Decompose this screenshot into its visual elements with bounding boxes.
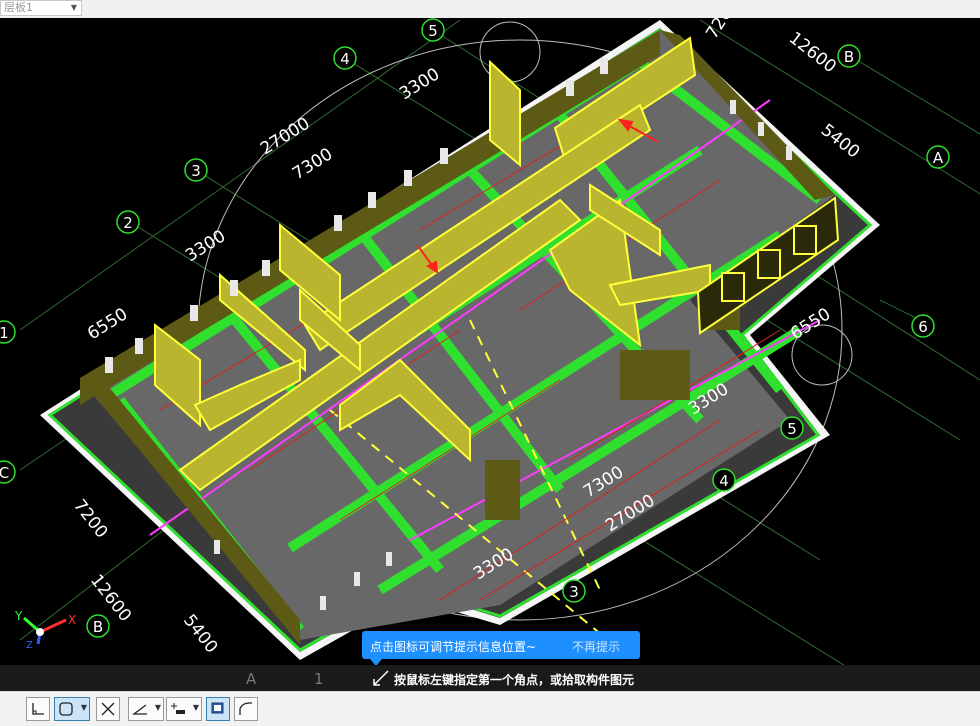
building-3d-view: 27000 7300 3300 3300 6550 7200 12600 540…: [0, 18, 980, 665]
dim-3300-top: 3300: [396, 64, 443, 104]
model-viewport[interactable]: 27000 7300 3300 3300 6550 7200 12600 540…: [0, 18, 980, 665]
angle-button[interactable]: ▼: [128, 697, 164, 721]
axis-a-label-bottom: A: [246, 670, 257, 688]
status-bar: 按鼠标左键指定第一个角点，或拾取构件图元: [0, 665, 980, 691]
chevron-down-icon: ▼: [154, 703, 161, 712]
dim-7200-top: 7200: [702, 18, 742, 43]
status-text: 按鼠标左键指定第一个角点，或拾取构件图元: [394, 673, 635, 687]
triad-y-label: Y: [14, 609, 23, 623]
dim-6550-right: 6550: [787, 304, 834, 344]
chevron-down-icon: ▼: [192, 703, 199, 712]
hint-tooltip-text: 点击图标可调节提示信息位置~: [370, 640, 537, 654]
chevron-down-icon: ▼: [70, 3, 77, 12]
axis-1: 1: [0, 324, 9, 342]
axis-4-bottom: 4: [719, 472, 729, 490]
axis-3-bottom: 3: [569, 583, 579, 601]
axis-1-label-bottom: 1: [314, 670, 324, 688]
axis-a: A: [933, 149, 944, 167]
triad-z-label: Z: [26, 640, 33, 650]
offset-icon: [171, 703, 185, 714]
top-bar: 层板1 ▼: [0, 0, 980, 18]
dismiss-hint-link[interactable]: 不再提示: [572, 638, 620, 655]
bottom-toolbar: ▼ ▼ ▼: [0, 691, 980, 726]
intersection-button[interactable]: [96, 697, 120, 721]
floor-selector[interactable]: 层板1 ▼: [0, 0, 82, 16]
display-toggle-button[interactable]: [206, 697, 230, 721]
monitor-icon: [211, 702, 224, 714]
dim-7200-bottom: 7200: [69, 496, 111, 542]
axis-triad-icon: X Y Z: [14, 609, 76, 650]
angle-icon: [132, 704, 147, 715]
corner-pick-icon: [373, 670, 389, 686]
arc-icon: [239, 702, 252, 715]
cross-icon: [101, 702, 115, 716]
axis-4: 4: [340, 50, 350, 68]
axis-5-bottom: 5: [787, 420, 797, 438]
dim-6550-left: 6550: [84, 304, 131, 344]
chevron-down-icon: ▼: [80, 703, 87, 712]
dim-3300-left: 3300: [182, 226, 229, 266]
floor-selector-value: 层板1: [4, 1, 33, 14]
dim-12600-top: 12600: [785, 28, 840, 77]
axis-b-bottom: B: [93, 618, 103, 636]
axis-6: 6: [918, 318, 928, 336]
axis-c: C: [0, 464, 9, 482]
orthogonal-button[interactable]: [26, 697, 50, 721]
triad-x-label: X: [68, 613, 76, 627]
offset-button[interactable]: ▼: [166, 697, 202, 721]
snap-mode-button[interactable]: ▼: [54, 697, 90, 721]
dim-7300: 7300: [289, 144, 336, 184]
hint-tooltip[interactable]: 点击图标可调节提示信息位置~ 不再提示: [362, 631, 640, 659]
axis-5: 5: [428, 22, 438, 40]
axis-b-top: B: [844, 48, 854, 66]
arc-button[interactable]: [234, 697, 258, 721]
dim-27000: 27000: [257, 114, 313, 160]
dim-5400-bottom: 5400: [179, 611, 221, 657]
orthogonal-icon: [32, 703, 44, 715]
axis-2: 2: [123, 214, 133, 232]
axis-3: 3: [191, 162, 201, 180]
rounded-rect-icon: [59, 702, 73, 716]
dim-5400-top: 5400: [817, 120, 863, 162]
